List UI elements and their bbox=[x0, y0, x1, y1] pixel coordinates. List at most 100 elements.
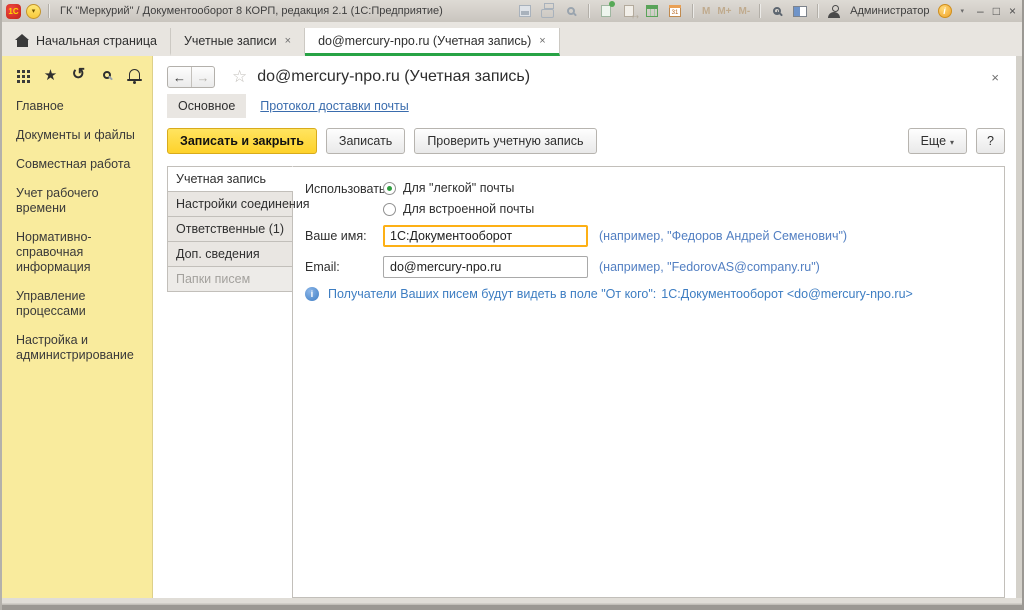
radio-label: Для встроенной почты bbox=[403, 202, 534, 216]
sidebar-item-process-management[interactable]: Управление процессами bbox=[2, 282, 152, 326]
print-preview-icon[interactable] bbox=[563, 3, 579, 19]
subtab-mail-delivery-protocol[interactable]: Протокол доставки почты bbox=[260, 99, 408, 113]
calendar-icon[interactable]: 31 bbox=[667, 3, 683, 19]
side-tab-responsible[interactable]: Ответственные (1) bbox=[167, 216, 293, 242]
search-icon[interactable] bbox=[99, 67, 114, 83]
command-bar: Записать и закрыть Записать Проверить уч… bbox=[163, 126, 1007, 166]
tab-account-form[interactable]: do@mercury-npo.ru (Учетная запись) × bbox=[305, 28, 560, 56]
open-windows-tabbar: Начальная страница Учетные записи × do@m… bbox=[2, 22, 1022, 56]
add-link-icon[interactable] bbox=[598, 3, 614, 19]
sidebar-item-reference-info[interactable]: Нормативно-справочная информация bbox=[2, 223, 152, 282]
close-window-button[interactable]: × bbox=[1009, 5, 1016, 17]
check-account-button[interactable]: Проверить учетную запись bbox=[414, 128, 596, 154]
main-menu-button[interactable]: ▾ bbox=[26, 4, 41, 19]
sidebar-item-administration[interactable]: Настройка и администрирование bbox=[2, 326, 152, 370]
forward-button[interactable]: → bbox=[191, 67, 214, 87]
minimize-button[interactable]: – bbox=[977, 5, 984, 17]
divider bbox=[48, 4, 49, 18]
email-label: Email: bbox=[305, 260, 383, 274]
memory-plus-button[interactable]: M+ bbox=[717, 6, 731, 17]
favorites-icon[interactable]: ★ bbox=[43, 67, 58, 83]
sidebar-item-documents[interactable]: Документы и файлы bbox=[2, 121, 152, 150]
add-to-favorites-star-icon[interactable]: ☆ bbox=[232, 67, 247, 87]
info-from-value: 1С:Документооборот <do@mercury-npo.ru> bbox=[661, 287, 913, 301]
radio-light-mail[interactable]: Для "легкой" почты bbox=[383, 181, 534, 195]
close-tab-icon[interactable]: × bbox=[285, 35, 291, 47]
split-window-icon[interactable] bbox=[792, 3, 808, 19]
chevron-down-icon: ▾ bbox=[950, 138, 954, 147]
use-radio-group: Для "легкой" почты Для встроенной почты bbox=[383, 179, 534, 216]
divider bbox=[759, 4, 760, 18]
app-window: 1C ▾ ГК "Меркурий" / Документооборот 8 К… bbox=[0, 0, 1024, 610]
divider bbox=[692, 4, 693, 18]
tab-accounts[interactable]: Учетные записи × bbox=[171, 28, 305, 56]
radio-label: Для "легкой" почты bbox=[403, 181, 514, 195]
memory-recall-button[interactable]: M bbox=[702, 6, 710, 17]
radio-checked-icon[interactable] bbox=[383, 182, 396, 195]
tab-label: Учетные записи bbox=[184, 34, 277, 48]
side-tab-account[interactable]: Учетная запись bbox=[167, 166, 293, 192]
use-field-row: Использовать: Для "легкой" почты Для вст… bbox=[305, 179, 992, 216]
app-body: ★ ↺ Главное Документы и файлы Совместная… bbox=[2, 56, 1022, 598]
side-tab-additional-info[interactable]: Доп. сведения bbox=[167, 241, 293, 267]
close-tab-icon[interactable]: × bbox=[539, 35, 545, 47]
window-controls: – □ × bbox=[977, 5, 1016, 17]
form-window: ← → ☆ do@mercury-npo.ru (Учетная запись)… bbox=[153, 56, 1016, 598]
email-field-row: Email: (например, "FedorovAS@company.ru"… bbox=[305, 256, 992, 278]
sidebar-item-time-tracking[interactable]: Учет рабочего времени bbox=[2, 179, 152, 223]
use-label: Использовать: bbox=[305, 179, 383, 216]
save-and-close-button[interactable]: Записать и закрыть bbox=[167, 128, 317, 154]
1c-logo-icon: 1C bbox=[6, 4, 21, 19]
form-side-tabs: Учетная запись Настройки соединения Отве… bbox=[167, 166, 293, 291]
form-subnav: Основное Протокол доставки почты bbox=[163, 94, 1007, 126]
subtab-main[interactable]: Основное bbox=[167, 94, 246, 118]
help-button[interactable]: ? bbox=[976, 128, 1005, 154]
sidebar-item-collaboration[interactable]: Совместная работа bbox=[2, 150, 152, 179]
titlebar-toolbar: 31 M M+ M- + Администратор i ▾ – □ × bbox=[517, 3, 1016, 19]
sidebar-tools: ★ ↺ bbox=[2, 56, 152, 92]
name-field-row: Ваше имя: (например, "Федоров Андрей Сем… bbox=[305, 225, 992, 247]
window-bottom-border bbox=[2, 598, 1022, 610]
memory-minus-button[interactable]: M- bbox=[738, 6, 750, 17]
more-button[interactable]: Еще▾ bbox=[908, 128, 967, 154]
divider bbox=[817, 4, 818, 18]
user-icon bbox=[827, 3, 843, 19]
chevron-down-icon[interactable]: ▾ bbox=[961, 7, 965, 15]
info-icon: i bbox=[305, 287, 319, 301]
notifications-bell-icon[interactable] bbox=[127, 67, 142, 83]
name-input[interactable] bbox=[383, 225, 588, 247]
nav-history-group: ← → bbox=[167, 66, 215, 88]
print-icon[interactable] bbox=[540, 3, 556, 19]
tab-home-page[interactable]: Начальная страница bbox=[4, 28, 171, 56]
tab-label: Начальная страница bbox=[36, 34, 157, 48]
maximize-button[interactable]: □ bbox=[993, 5, 1000, 17]
current-user[interactable]: Администратор bbox=[850, 5, 929, 17]
sections-menu: Главное Документы и файлы Совместная раб… bbox=[2, 92, 152, 370]
history-icon[interactable]: ↺ bbox=[71, 67, 86, 83]
from-field-info: i Получатели Ваших писем будут видеть в … bbox=[305, 287, 992, 301]
form-area: Учетная запись Настройки соединения Отве… bbox=[167, 166, 1005, 598]
calculator-icon[interactable] bbox=[644, 3, 660, 19]
radio-unchecked-icon[interactable] bbox=[383, 203, 396, 216]
sidebar-item-main[interactable]: Главное bbox=[2, 92, 152, 121]
page-title: do@mercury-npo.ru (Учетная запись) bbox=[257, 68, 530, 86]
email-input[interactable] bbox=[383, 256, 588, 278]
info-text: Получатели Ваших писем будут видеть в по… bbox=[328, 287, 913, 301]
back-button[interactable]: ← bbox=[168, 67, 191, 87]
account-settings-panel: Использовать: Для "легкой" почты Для вст… bbox=[292, 166, 1005, 598]
radio-builtin-mail[interactable]: Для встроенной почты bbox=[383, 202, 534, 216]
form-header: ← → ☆ do@mercury-npo.ru (Учетная запись)… bbox=[163, 62, 1007, 94]
close-form-icon[interactable]: × bbox=[985, 70, 1005, 85]
home-icon bbox=[17, 40, 28, 47]
info-button[interactable]: i bbox=[937, 3, 953, 19]
save-button[interactable]: Записать bbox=[326, 128, 405, 154]
menu-grid-icon[interactable] bbox=[15, 67, 30, 83]
zoom-icon[interactable]: + bbox=[769, 3, 785, 19]
side-tab-connection-settings[interactable]: Настройки соединения bbox=[167, 191, 293, 217]
save-icon[interactable] bbox=[517, 3, 533, 19]
go-to-link-icon[interactable] bbox=[621, 3, 637, 19]
name-label: Ваше имя: bbox=[305, 229, 383, 243]
window-title: ГК "Меркурий" / Документооборот 8 КОРП, … bbox=[60, 5, 443, 17]
sections-panel: ★ ↺ Главное Документы и файлы Совместная… bbox=[2, 56, 153, 598]
divider bbox=[588, 4, 589, 18]
